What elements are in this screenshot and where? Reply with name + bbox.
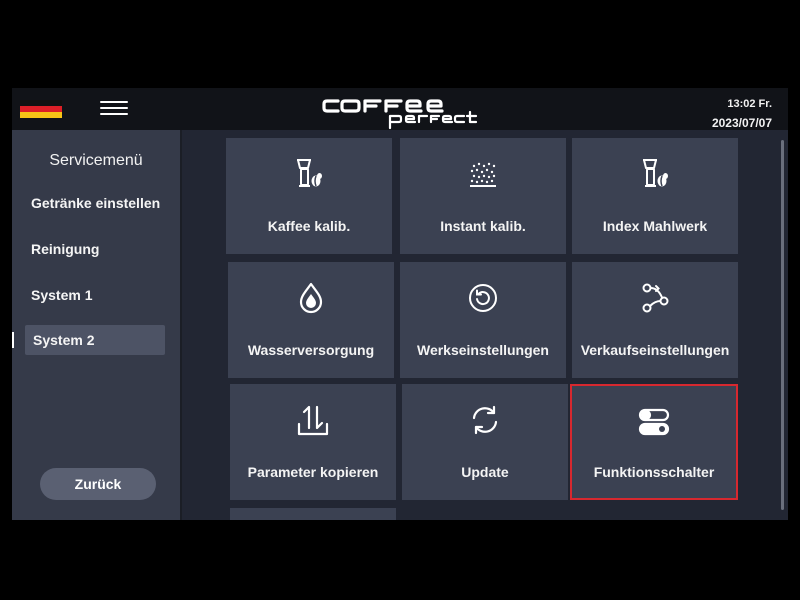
sidebar-item-system-2[interactable]: System 2	[25, 325, 165, 355]
coffee-grinder-icon	[572, 156, 738, 194]
tile-kaffee-kalib[interactable]: Kaffee kalib.	[226, 138, 392, 254]
toggle-switches-icon	[572, 404, 736, 442]
tile-parameter-kopieren[interactable]: Parameter kopieren	[230, 384, 396, 500]
tile-label: Index Mahlwerk	[602, 218, 708, 234]
tile-label: Werkseinstellungen	[416, 342, 549, 358]
reset-icon	[400, 280, 566, 318]
tile-label: Update	[461, 464, 509, 480]
tile-verkaufseinstellungen[interactable]: Verkaufseinstellungen	[572, 262, 738, 378]
active-item-marker	[12, 332, 14, 348]
tile-instant-kalib[interactable]: Instant kalib.	[400, 138, 566, 254]
sidebar-item-reinigung[interactable]: Reinigung	[25, 234, 165, 264]
sidebar-item-getraenke-einstellen[interactable]: Getränke einstellen	[25, 188, 165, 218]
tile-partial-next-row[interactable]	[230, 508, 396, 520]
tile-label: Verkaufseinstellungen	[580, 342, 730, 358]
coffee-perfect-logo	[322, 99, 478, 130]
hamburger-menu-icon[interactable]	[100, 97, 128, 119]
transfer-icon	[230, 402, 396, 440]
tile-werkseinstellungen[interactable]: Werkseinstellungen	[400, 262, 566, 378]
water-drop-icon	[228, 280, 394, 318]
tile-label: Kaffee kalib.	[267, 218, 351, 234]
flow-nodes-icon	[572, 280, 738, 318]
powder-icon	[400, 156, 566, 194]
time-text: 13:02 Fr.	[727, 98, 772, 110]
sidebar-item-system-1[interactable]: System 1	[25, 280, 165, 310]
tile-funktionsschalter[interactable]: Funktionsschalter	[570, 384, 738, 500]
tile-wasserversorgung[interactable]: Wasserversorgung	[228, 262, 394, 378]
germany-flag-icon[interactable]	[20, 100, 62, 118]
header-bar: 13:02 Fr. 2023/07/07	[12, 88, 788, 130]
tile-label: Funktionsschalter	[593, 464, 715, 480]
tile-index-mahlwerk[interactable]: Index Mahlwerk	[572, 138, 738, 254]
sync-icon	[402, 402, 568, 440]
back-button[interactable]: Zurück	[40, 468, 156, 500]
screen: 13:02 Fr. 2023/07/07 Servicemenü Getränk…	[12, 88, 788, 520]
sidebar: Servicemenü Getränke einstellen Reinigun…	[12, 130, 180, 520]
date-text: 2023/07/07	[711, 116, 772, 130]
tile-label: Parameter kopieren	[247, 464, 379, 480]
clock: 13:02 Fr. 2023/07/07	[712, 96, 772, 131]
tile-grid: Kaffee kalib. Instant kalib. Index Mahlw…	[182, 130, 788, 520]
tile-label: Wasserversorgung	[247, 342, 375, 358]
sidebar-title: Servicemenü	[49, 152, 143, 169]
tile-update[interactable]: Update	[402, 384, 568, 500]
tile-label: Instant kalib.	[440, 218, 526, 234]
scrollbar[interactable]	[781, 140, 784, 510]
coffee-grinder-icon	[226, 156, 392, 194]
